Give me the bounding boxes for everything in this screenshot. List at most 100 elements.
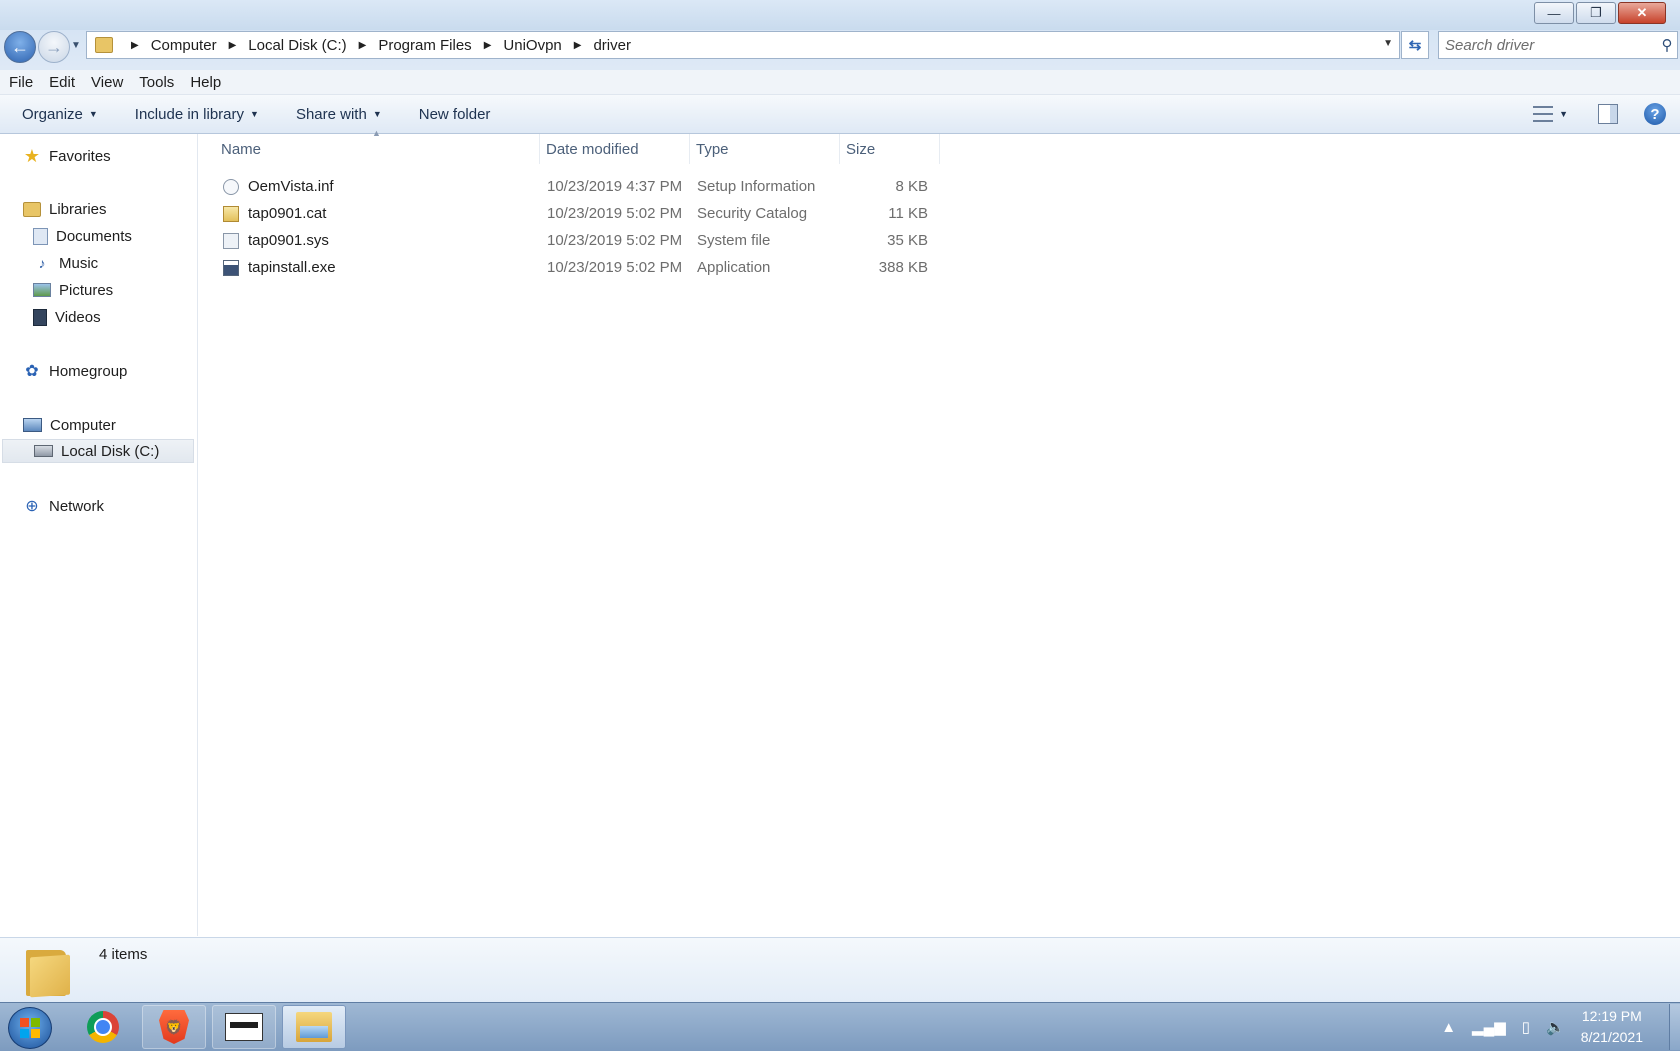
nav-videos[interactable]: Videos [33, 305, 101, 329]
application-icon [223, 260, 239, 276]
back-button[interactable]: ← [4, 31, 36, 63]
breadcrumb-separator-icon[interactable]: ▶ [229, 40, 237, 51]
include-in-library-label: Include in library [134, 105, 245, 123]
nav-libraries-label: Libraries [49, 200, 107, 218]
command-bar: Organize ▼ Include in library ▼ Share with… [0, 95, 1680, 134]
search-input[interactable] [1439, 35, 1657, 55]
share-with-button[interactable]: Share with ▼ [274, 106, 397, 123]
help-icon[interactable]: ? [1644, 103, 1666, 125]
nav-favorites[interactable]: ★ Favorites [23, 144, 111, 168]
pictures-icon [33, 283, 51, 297]
clock-date: 8/21/2021 [1580, 1029, 1643, 1045]
start-button[interactable] [8, 1007, 52, 1049]
breadcrumb-separator-icon[interactable]: ▶ [484, 40, 492, 51]
nav-music[interactable]: ♪ Music [33, 251, 99, 275]
menu-view[interactable]: View [83, 74, 131, 91]
videos-icon [33, 308, 47, 326]
taskbar-terminal[interactable] [212, 1005, 276, 1049]
nav-pictures-label: Pictures [59, 281, 114, 299]
breadcrumb-separator-icon[interactable]: ▶ [131, 40, 139, 51]
forward-button[interactable]: → [38, 31, 70, 63]
change-view-icon[interactable] [1533, 106, 1554, 122]
security-catalog-icon [223, 206, 239, 222]
nav-homegroup-label: Homegroup [49, 362, 128, 380]
taskbar-brave[interactable]: 🦁 [142, 1005, 206, 1049]
include-in-library-button[interactable]: Include in library ▼ [113, 106, 274, 123]
title-bar: — ❐ ✕ [0, 0, 1680, 30]
clock-time: 12:19 PM [1581, 1008, 1642, 1024]
file-list: ▲ Name Date modified Type Size OemVista.… [198, 128, 1680, 936]
setup-information-icon [223, 179, 239, 195]
organize-button[interactable]: Organize ▼ [0, 106, 113, 123]
column-header-type[interactable]: Type [690, 134, 840, 164]
show-hidden-icons-icon[interactable]: ▲ [1441, 1019, 1456, 1036]
file-date: 10/23/2019 4:37 PM [547, 178, 683, 195]
table-row[interactable]: tap0901.cat 10/23/2019 5:02 PM Security … [198, 201, 938, 228]
address-bar[interactable]: ▶ Computer ▶ Local Disk (C:) ▶ Program F… [86, 31, 1400, 59]
close-button[interactable]: ✕ [1618, 2, 1666, 24]
network-signal-icon[interactable]: ▂▄▆ [1472, 1018, 1506, 1036]
column-header-name-label: Name [221, 140, 262, 158]
refresh-button[interactable]: ⇆ [1401, 31, 1429, 59]
maximize-button[interactable]: ❐ [1576, 2, 1616, 24]
menu-file[interactable]: File [0, 74, 41, 91]
nav-computer[interactable]: Computer [23, 413, 116, 437]
search-box[interactable]: ⚲ [1438, 31, 1678, 59]
breadcrumb-program-files[interactable]: Program Files [378, 37, 471, 54]
windows-explorer-icon [296, 1012, 332, 1042]
column-header-date-modified[interactable]: Date modified [540, 134, 690, 164]
breadcrumb-separator-icon[interactable]: ▶ [574, 40, 582, 51]
nav-network-label: Network [49, 497, 105, 515]
preview-pane-icon[interactable] [1598, 104, 1618, 124]
clock[interactable]: 12:19 PM 8/21/2021 [1581, 1006, 1643, 1048]
nav-network[interactable]: ⊕ Network [23, 494, 104, 518]
column-header-size[interactable]: Size [840, 134, 940, 164]
column-header-type-label: Type [696, 140, 729, 158]
file-name: tapinstall.exe [248, 259, 336, 276]
file-name: tap0901.cat [248, 205, 327, 222]
breadcrumb-driver[interactable]: driver [593, 37, 631, 54]
file-date: 10/23/2019 5:02 PM [547, 259, 683, 276]
refresh-icon: ⇆ [1408, 37, 1422, 54]
file-size: 35 KB [887, 232, 928, 249]
arrow-right-icon: → [45, 36, 63, 57]
nav-pictures[interactable]: Pictures [33, 278, 113, 302]
recent-pages-dropdown[interactable]: ▼ [71, 40, 81, 51]
system-tray: ▲ ▂▄▆ ▯ 🔈 12:19 PM 8/21/2021 [1441, 1003, 1680, 1051]
minimize-button[interactable]: — [1534, 2, 1574, 24]
volume-icon[interactable]: 🔈 [1546, 1018, 1565, 1036]
table-row[interactable]: tap0901.sys 10/23/2019 5:02 PM System fi… [198, 228, 938, 255]
terminal-icon [225, 1013, 263, 1041]
address-history-dropdown[interactable]: ▼ [1383, 38, 1393, 49]
new-folder-button[interactable]: New folder [397, 106, 506, 123]
taskbar-explorer[interactable] [282, 1005, 346, 1049]
nav-favorites-label: Favorites [49, 147, 111, 165]
computer-icon [23, 418, 42, 432]
libraries-icon [23, 201, 41, 217]
item-count: 4 items [99, 946, 148, 963]
taskbar-chrome[interactable] [72, 1005, 134, 1049]
breadcrumb-separator-icon[interactable]: ▶ [359, 40, 367, 51]
file-size: 8 KB [895, 178, 928, 195]
breadcrumb-uniovpn[interactable]: UniOvpn [503, 37, 561, 54]
table-row[interactable]: OemVista.inf 10/23/2019 4:37 PM Setup In… [198, 174, 938, 201]
menu-help[interactable]: Help [182, 74, 229, 91]
hard-disk-icon [34, 445, 53, 457]
breadcrumb-computer[interactable]: Computer [151, 37, 217, 54]
column-header-name[interactable]: ▲ Name [198, 128, 540, 164]
nav-documents[interactable]: Documents [33, 224, 132, 248]
column-header-size-label: Size [846, 140, 876, 158]
table-row[interactable]: tapinstall.exe 10/23/2019 5:02 PM Applic… [198, 255, 938, 282]
menu-edit[interactable]: Edit [41, 74, 83, 91]
menu-tools[interactable]: Tools [131, 74, 182, 91]
file-type: Setup Information [697, 178, 816, 195]
breadcrumb-local-disk[interactable]: Local Disk (C:) [248, 37, 346, 54]
nav-music-label: Music [59, 254, 99, 272]
show-desktop-button[interactable] [1669, 1004, 1680, 1050]
search-icon[interactable]: ⚲ [1657, 36, 1677, 54]
nav-homegroup[interactable]: ✿ Homegroup [23, 359, 127, 383]
nav-local-disk[interactable]: Local Disk (C:) [2, 439, 194, 463]
power-icon[interactable]: ▯ [1522, 1018, 1530, 1036]
nav-libraries[interactable]: Libraries [23, 197, 107, 221]
view-options-dropdown[interactable]: ▼ [1559, 109, 1568, 119]
